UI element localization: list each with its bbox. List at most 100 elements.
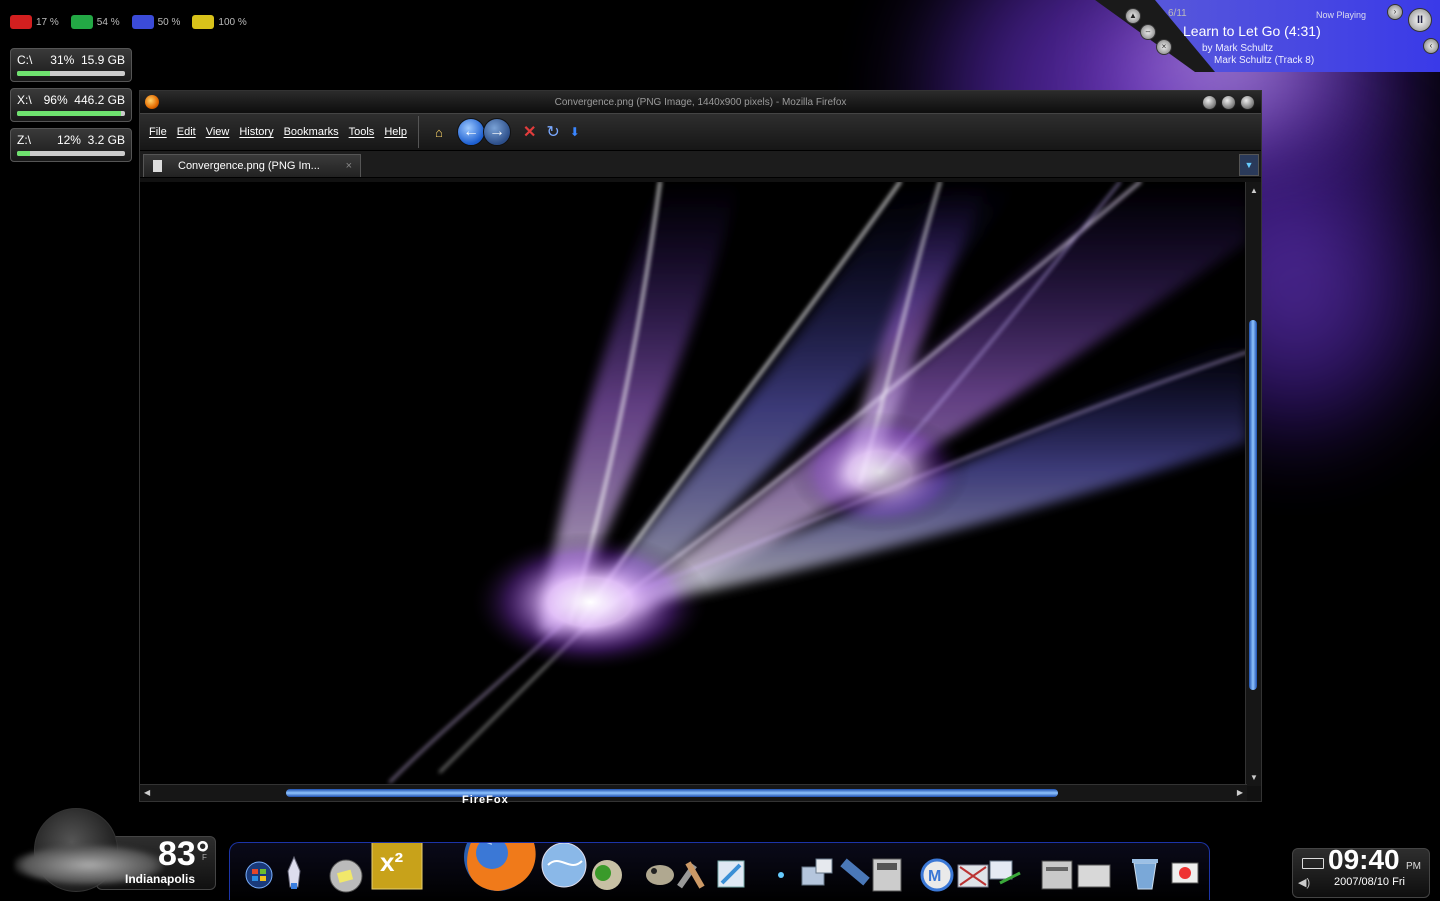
media-icon[interactable] [1171, 862, 1199, 884]
calculator-icon[interactable] [872, 858, 902, 892]
rocket-icon[interactable] [287, 855, 301, 889]
maximize-button[interactable] [1221, 95, 1236, 110]
home-icon[interactable]: ⌂ [431, 125, 447, 140]
dock-hover-label: FireFox [462, 794, 509, 806]
vertical-scrollbar[interactable]: ▲ ▼ [1245, 182, 1261, 786]
chat-icon[interactable] [989, 860, 1021, 885]
satellite-icon[interactable] [840, 858, 870, 886]
network-meter: 50 % [131, 15, 181, 29]
drive-monitor: C:\ 31% 15.9 GB X:\ 96% 446.2 GB Z:\ 12%… [10, 48, 132, 168]
reload-icon[interactable]: ↻ [546, 122, 559, 142]
scroll-left-icon[interactable]: ◀ [144, 788, 150, 797]
memory-value: 54 % [96, 16, 120, 28]
explorer-icon[interactable] [1041, 860, 1073, 890]
drive-usage: 31% 15.9 GB [50, 53, 125, 67]
maxthon-icon[interactable]: M [920, 858, 954, 892]
convergence-image [140, 182, 1247, 786]
cpu-meter: 17 % [10, 15, 59, 29]
drive-usage-bar [17, 151, 125, 156]
drive-c[interactable]: C:\ 31% 15.9 GB [10, 48, 132, 82]
menu-help[interactable]: Help [384, 126, 407, 138]
song-album: Mark Schultz (Track 8) [1214, 55, 1315, 66]
menu-bookmarks[interactable]: Bookmarks [284, 126, 339, 138]
game-icon[interactable] [592, 860, 622, 890]
scroll-up-icon[interactable]: ▲ [1250, 186, 1258, 195]
minimize-button[interactable] [1202, 95, 1217, 110]
svg-text:M: M [928, 868, 941, 885]
next-icon[interactable]: › [1387, 4, 1403, 20]
menu-edit[interactable]: Edit [177, 126, 196, 138]
tab-close-icon[interactable]: × [346, 160, 352, 172]
disc-icon[interactable] [329, 859, 363, 893]
firefox-icon[interactable] [464, 843, 536, 891]
firefox-window: Convergence.png (PNG Image, 1440x900 pix… [139, 90, 1262, 802]
drive-label: C:\ [17, 53, 33, 67]
stop-icon[interactable]: ✕ [523, 122, 536, 142]
close-icon[interactable]: × [1156, 39, 1172, 55]
toolbar-divider [417, 116, 419, 148]
internet-icon[interactable] [541, 843, 587, 888]
documents-icon[interactable] [1077, 864, 1111, 888]
cpu-icon [10, 15, 32, 29]
vertical-scroll-thumb[interactable] [1249, 320, 1257, 690]
prev-icon[interactable]: ‹ [1423, 38, 1439, 54]
memory-icon [70, 15, 93, 29]
tab-list-button[interactable]: ▼ [1239, 154, 1259, 176]
menu-toolbar: File Edit View History Bookmarks Tools H… [140, 113, 1261, 151]
menu-view[interactable]: View [206, 126, 230, 138]
trash-icon[interactable] [1132, 859, 1158, 890]
network-icon[interactable] [801, 858, 833, 886]
drive-x[interactable]: X:\ 96% 446.2 GB [10, 88, 132, 122]
system-monitor-bar: 17 % 54 % 50 % 100 % [10, 10, 253, 34]
drive-usage-bar [17, 111, 125, 116]
svg-text:x²: x² [380, 847, 403, 877]
drive-usage: 96% 446.2 GB [43, 93, 125, 107]
gimp-icon[interactable] [646, 865, 674, 885]
minimize-icon[interactable]: – [1140, 24, 1156, 40]
drive-label: Z:\ [17, 133, 31, 147]
page-icon [153, 160, 162, 172]
x2-icon[interactable]: x² [371, 843, 423, 890]
horizontal-scroll-thumb[interactable] [286, 789, 1058, 797]
now-playing-label: Now Playing [1316, 10, 1367, 20]
download-icon[interactable]: ⬇ [570, 125, 580, 139]
cpu-value: 17 % [36, 16, 59, 28]
menu-history[interactable]: History [239, 126, 273, 138]
temperature-unit: F [202, 853, 207, 862]
mail-icon[interactable] [957, 864, 989, 888]
scroll-down-icon[interactable]: ▼ [1250, 773, 1258, 782]
windows-start-icon[interactable] [245, 861, 273, 889]
pause-button[interactable]: II [1408, 8, 1432, 32]
close-button[interactable] [1240, 95, 1255, 110]
song-artist: by Mark Schultz [1202, 43, 1274, 54]
tab-bar: Convergence.png (PNG Im... × ▼ [140, 151, 1261, 178]
battery-status-icon [1302, 858, 1324, 869]
clock-time: 09:40 [1328, 844, 1400, 875]
track-number: 6/11 [1168, 8, 1187, 19]
clock-date: 2007/08/10 Fri [1334, 876, 1405, 888]
tab-label: Convergence.png (PNG Im... [178, 160, 320, 172]
battery-value: 100 % [218, 16, 247, 28]
volume-icon[interactable]: ◀) [1298, 876, 1310, 889]
tools-icon[interactable] [677, 861, 705, 889]
clock-ampm: PM [1406, 861, 1421, 872]
menu-tools[interactable]: Tools [349, 126, 375, 138]
forward-button[interactable]: → [482, 118, 511, 146]
eject-icon[interactable]: ▲ [1125, 8, 1141, 24]
paint-icon[interactable] [717, 860, 745, 888]
drive-z[interactable]: Z:\ 12% 3.2 GB [10, 128, 132, 162]
star-icon[interactable] [778, 872, 784, 878]
battery-icon [192, 15, 215, 29]
back-button[interactable]: ← [456, 118, 485, 146]
image-viewport [140, 182, 1247, 786]
memory-meter: 54 % [70, 15, 120, 29]
drive-label: X:\ [17, 93, 32, 107]
window-titlebar[interactable]: Convergence.png (PNG Image, 1440x900 pix… [140, 91, 1261, 113]
tab-convergence[interactable]: Convergence.png (PNG Im... × [143, 154, 361, 177]
scroll-right-icon[interactable]: ▶ [1237, 788, 1243, 797]
network-value: 50 % [157, 16, 181, 28]
horizontal-scrollbar[interactable]: ◀ ▶ [140, 784, 1247, 801]
network-icon [131, 15, 154, 29]
menu-file[interactable]: File [149, 126, 167, 138]
weather-city: Indianapolis [125, 872, 196, 886]
